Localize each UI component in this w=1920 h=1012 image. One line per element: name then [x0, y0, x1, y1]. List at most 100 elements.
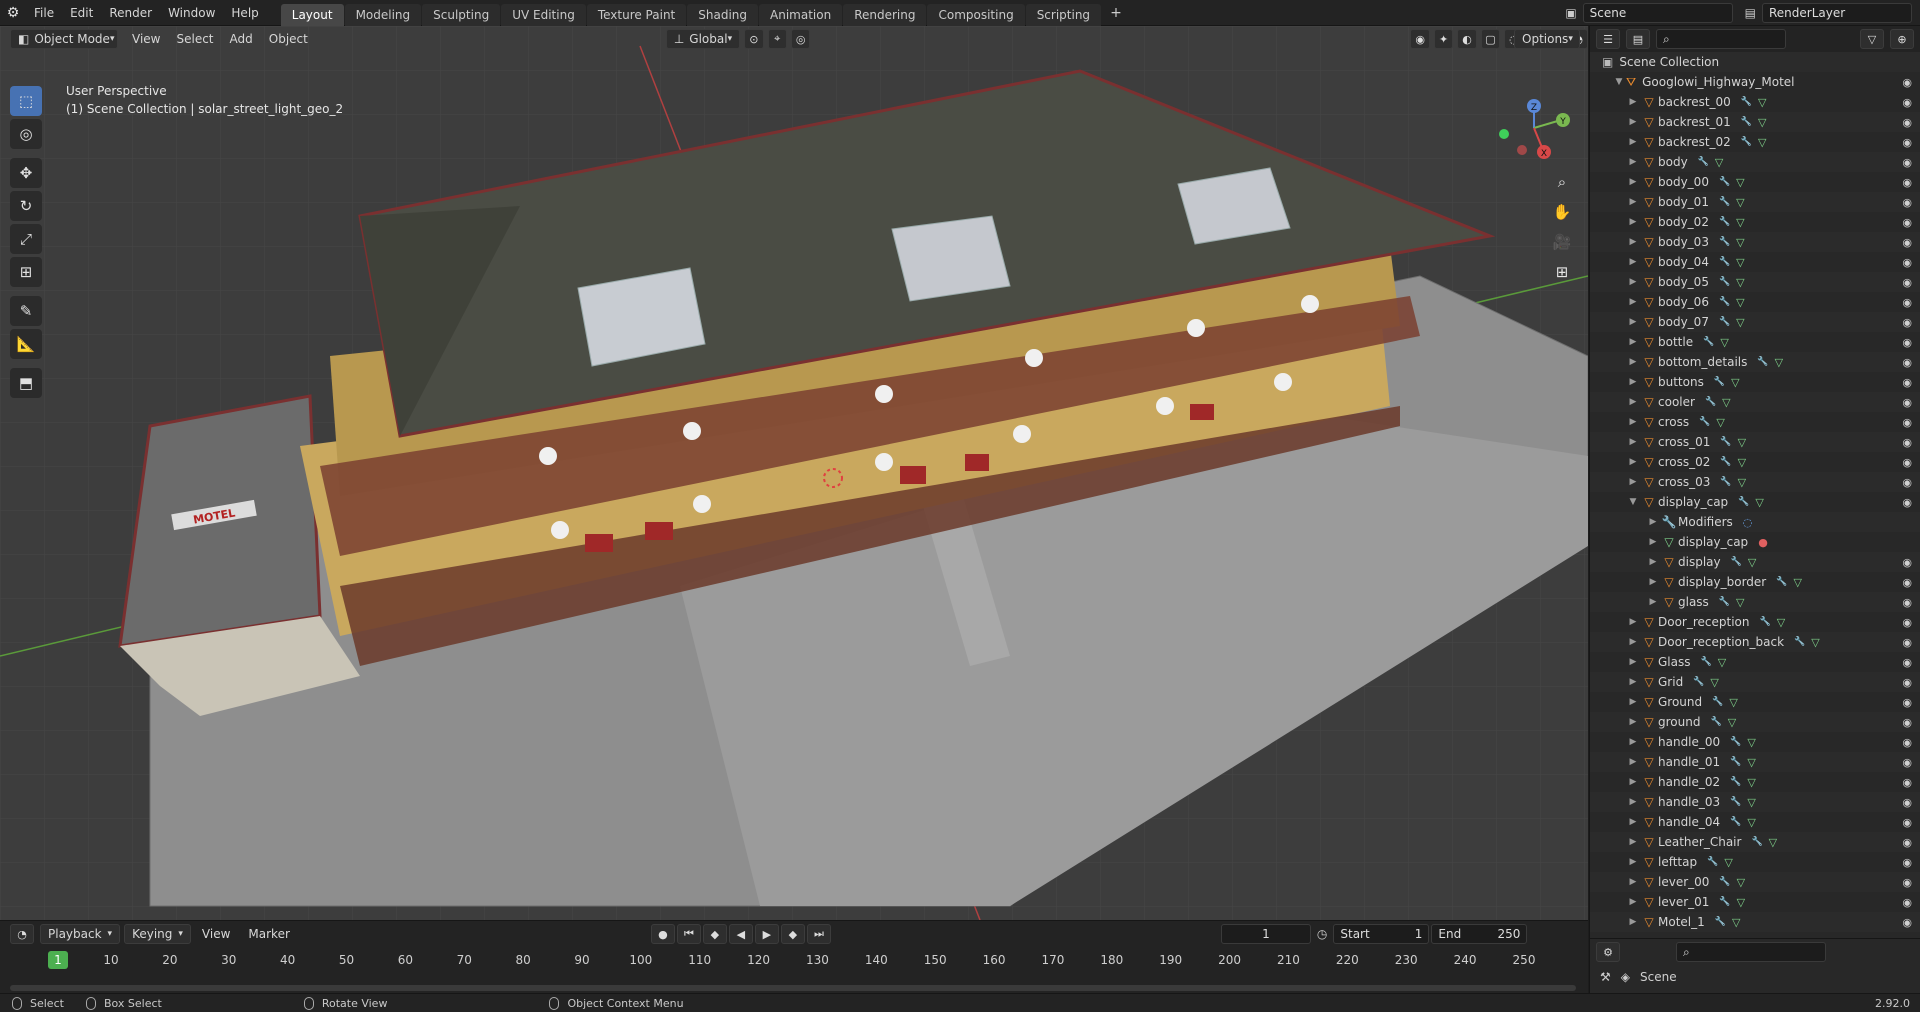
blender-logo-icon[interactable]: ⚙ — [0, 5, 26, 21]
eye-icon[interactable]: ◉ — [1902, 456, 1912, 469]
timeline-menu-view[interactable]: View — [195, 924, 237, 944]
outliner-row[interactable]: ▶ ▽ Grid 🔧 ▽ ◉ — [1590, 672, 1920, 692]
modifier-wrench-icon[interactable]: 🔧 — [1730, 777, 1741, 787]
eye-icon[interactable]: ◉ — [1902, 316, 1912, 329]
options-dropdown[interactable]: Options ▾ — [1514, 29, 1580, 49]
eye-icon[interactable]: ◉ — [1902, 216, 1912, 229]
mesh-data-icon[interactable]: ▽ — [1777, 616, 1785, 629]
expand-triangle-icon[interactable]: ▶ — [1626, 117, 1640, 127]
expand-triangle-icon[interactable]: ▼ — [1612, 77, 1626, 87]
outliner-row[interactable]: ▶ ▽ cross 🔧 ▽ ◉ — [1590, 412, 1920, 432]
new-collection-icon[interactable]: ⊕ — [1890, 29, 1914, 49]
modifier-wrench-icon[interactable]: 🔧 — [1719, 257, 1730, 267]
current-frame-field[interactable]: 1 — [1220, 924, 1311, 944]
modifier-wrench-icon[interactable]: 🔧 — [1719, 237, 1730, 247]
outliner-row[interactable]: ▶ ▽ Door_reception_back 🔧 ▽ ◉ — [1590, 632, 1920, 652]
modifier-wrench-icon[interactable]: 🔧 — [1698, 157, 1709, 167]
modifier-wrench-icon[interactable]: 🔧 — [1719, 877, 1730, 887]
mesh-data-icon[interactable]: ▽ — [1729, 696, 1737, 709]
jump-end-icon[interactable]: ⏭ — [806, 924, 831, 944]
outliner-search-input[interactable]: ⌕ — [1656, 29, 1786, 49]
tab-rendering[interactable]: Rendering — [843, 3, 927, 26]
outliner-row[interactable]: ▶ ▽ backrest_02 🔧 ▽ ◉ — [1590, 132, 1920, 152]
timeline-menu-keying[interactable]: Keying ▾ — [124, 924, 191, 944]
end-frame-field[interactable]: End 250 — [1431, 924, 1528, 944]
mesh-data-icon[interactable]: ▽ — [1736, 596, 1744, 609]
eye-icon[interactable]: ◉ — [1902, 236, 1912, 249]
expand-triangle-icon[interactable]: ▶ — [1626, 297, 1640, 307]
modifier-wrench-icon[interactable]: 🔧 — [1730, 737, 1741, 747]
modifier-wrench-icon[interactable]: 🔧 — [1703, 337, 1714, 347]
viewport-menu-object[interactable]: Object — [261, 32, 316, 46]
outliner-row[interactable]: ▶ ▽ handle_00 🔧 ▽ ◉ — [1590, 732, 1920, 752]
eye-icon[interactable]: ◉ — [1902, 76, 1912, 89]
modifier-wrench-icon[interactable]: 🔧 — [1719, 217, 1730, 227]
scale-tool[interactable]: ⤢ — [10, 224, 42, 254]
ortho-grid-icon[interactable]: ⊞ — [1547, 258, 1577, 286]
outliner-row[interactable]: ▶ ▽ body_03 🔧 ▽ ◉ — [1590, 232, 1920, 252]
mode-selector[interactable]: ◧ Object Mode ▾ — [10, 29, 118, 49]
eye-icon[interactable]: ◉ — [1902, 356, 1912, 369]
cursor-tool[interactable]: ◎ — [10, 119, 42, 149]
outliner-row[interactable]: ▶ ▽ body_07 🔧 ▽ ◉ — [1590, 312, 1920, 332]
outliner-row[interactable]: ▶ ▽ display_cap ● — [1590, 532, 1920, 552]
expand-triangle-icon[interactable]: ▶ — [1626, 677, 1640, 687]
eye-icon[interactable]: ◉ — [1902, 616, 1912, 629]
expand-triangle-icon[interactable]: ▶ — [1626, 817, 1640, 827]
expand-triangle-icon[interactable]: ▶ — [1626, 357, 1640, 367]
mesh-data-icon[interactable]: ▽ — [1716, 416, 1724, 429]
scene-icon[interactable]: ▣ — [1565, 6, 1576, 20]
mesh-data-icon[interactable]: ▽ — [1736, 236, 1744, 249]
expand-triangle-icon[interactable]: ▶ — [1626, 217, 1640, 227]
overlay-icon[interactable]: ◐ — [1457, 29, 1477, 49]
playhead[interactable]: 1 — [48, 951, 68, 969]
mesh-data-icon[interactable]: ▽ — [1736, 256, 1744, 269]
frame-ruler[interactable]: 1 10 20 30 40 50 60 70 80 90 100 110 120 130 140 150 160… — [0, 951, 1588, 971]
eye-icon[interactable]: ◉ — [1902, 156, 1912, 169]
expand-triangle-icon[interactable]: ▶ — [1646, 557, 1660, 567]
modifier-wrench-icon[interactable]: 🔧 — [1712, 697, 1723, 707]
menu-file[interactable]: File — [26, 0, 62, 26]
outliner-row[interactable]: ▶ ▽ handle_01 🔧 ▽ ◉ — [1590, 752, 1920, 772]
mesh-data-icon[interactable]: ▽ — [1710, 676, 1718, 689]
eye-icon[interactable]: ◉ — [1902, 476, 1912, 489]
outliner-row[interactable]: ▶ ▽ body 🔧 ▽ ◉ — [1590, 152, 1920, 172]
expand-triangle-icon[interactable]: ▶ — [1626, 97, 1640, 107]
modifier-wrench-icon[interactable]: 🔧 — [1719, 297, 1730, 307]
mesh-data-icon[interactable]: ▽ — [1747, 796, 1755, 809]
eye-icon[interactable]: ◉ — [1902, 176, 1912, 189]
mesh-data-icon[interactable]: ▽ — [1736, 276, 1744, 289]
outliner-row[interactable]: ▶ ▽ ground 🔧 ▽ ◉ — [1590, 712, 1920, 732]
timeline-menu-playback[interactable]: Playback ▾ — [40, 924, 121, 944]
modifier-wrench-icon[interactable]: 🔧 — [1719, 277, 1730, 287]
mesh-data-icon[interactable]: ▽ — [1736, 216, 1744, 229]
orientation-selector[interactable]: ⊥ Global ▾ — [665, 29, 741, 49]
play-icon[interactable]: ▶ — [754, 924, 779, 944]
outliner-row[interactable]: ▶ ▽ cross_01 🔧 ▽ ◉ — [1590, 432, 1920, 452]
eye-icon[interactable]: ◉ — [1902, 196, 1912, 209]
eye-icon[interactable]: ◉ — [1902, 116, 1912, 129]
modifier-wrench-icon[interactable]: 🔧 — [1751, 837, 1762, 847]
modifier-wrench-icon[interactable]: 🔧 — [1719, 177, 1730, 187]
expand-triangle-icon[interactable]: ▶ — [1646, 577, 1660, 587]
mesh-data-icon[interactable]: ▽ — [1747, 816, 1755, 829]
properties-search-input[interactable]: ⌕ — [1676, 942, 1826, 962]
mesh-data-icon[interactable]: ▽ — [1736, 176, 1744, 189]
outliner-row[interactable]: ▶ ▽ lefttap 🔧 ▽ ◉ — [1590, 852, 1920, 872]
outliner-row[interactable]: ▶ ▽ body_05 🔧 ▽ ◉ — [1590, 272, 1920, 292]
tab-layout[interactable]: Layout — [280, 3, 344, 26]
modifier-wrench-icon[interactable]: 🔧 — [1714, 377, 1725, 387]
modifier-wrench-icon[interactable]: 🔧 — [1719, 597, 1730, 607]
eye-icon[interactable]: ◉ — [1902, 576, 1912, 589]
expand-triangle-icon[interactable]: ▶ — [1626, 417, 1640, 427]
mesh-data-icon[interactable]: ▽ — [1720, 336, 1728, 349]
modifier-wrench-icon[interactable]: 🔧 — [1719, 197, 1730, 207]
modifier-wrench-icon[interactable]: 🔧 — [1715, 917, 1726, 927]
mesh-data-icon[interactable]: ▽ — [1722, 396, 1730, 409]
view-layer-selector[interactable]: RenderLayer — [1762, 2, 1912, 23]
modifier-wrench-icon[interactable]: 🔧 — [1720, 437, 1731, 447]
timeline-menu-marker[interactable]: Marker — [241, 924, 296, 944]
modifier-wrench-icon[interactable]: 🔧 — [1757, 357, 1768, 367]
rotate-tool[interactable]: ↻ — [10, 191, 42, 221]
modifier-wrench-icon[interactable]: 🔧 — [1730, 817, 1741, 827]
